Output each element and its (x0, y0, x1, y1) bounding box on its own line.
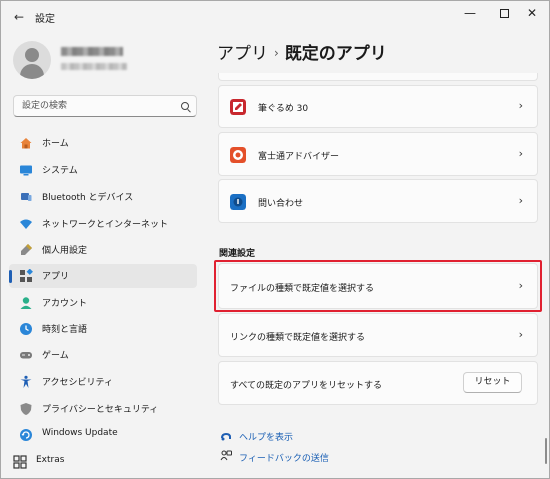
reset-button[interactable]: リセット (463, 372, 522, 393)
app-title: 設定 (35, 14, 55, 25)
nav-item-bluetooth[interactable]: Bluetooth とデバイス (9, 185, 197, 209)
account-icon (20, 297, 32, 309)
gaming-icon (20, 352, 32, 359)
list-item[interactable]: 富士通アドバイザー › (218, 132, 538, 176)
system-icon (20, 165, 32, 176)
nav-item-label: Bluetooth とデバイス (42, 193, 134, 203)
page-title: 既定のアプリ (284, 44, 387, 64)
chevron-right-icon: › (518, 194, 523, 207)
close-button[interactable]: ✕ (515, 1, 549, 25)
nav-item-personalization[interactable]: 個人用設定 (9, 238, 197, 262)
time-language-icon (20, 323, 32, 335)
link-type-defaults-item[interactable]: リンクの種類で既定値を選択する › (218, 313, 538, 357)
nav-item-gaming[interactable]: ゲーム (9, 343, 197, 367)
chevron-right-icon: › (518, 328, 523, 341)
nav-item-label: Extras (36, 455, 65, 465)
link-type-defaults-label: リンクの種類で既定値を選択する (230, 333, 366, 343)
search-placeholder: 設定の検索 (22, 101, 68, 111)
nav-item-label: 個人用設定 (42, 246, 88, 256)
nav-item-label: アクセシビリティ (42, 378, 114, 388)
nav-item-label: Windows Update (42, 428, 118, 438)
nav-item-windows-update[interactable]: Windows Update (9, 423, 197, 447)
apps-icon (20, 269, 33, 282)
breadcrumb: アプリ › 既定のアプリ (217, 39, 387, 64)
extras-icon (13, 455, 27, 469)
app-name: 富士通アドバイザー (258, 152, 340, 162)
avatar[interactable] (13, 41, 51, 79)
nav-item-label: 時刻と言語 (42, 325, 88, 335)
windows-update-icon (20, 429, 32, 441)
profile-name-redacted (61, 47, 123, 56)
help-link[interactable]: ヘルプを表示 (239, 430, 293, 443)
feedback-icon (220, 450, 232, 461)
highlight-box (214, 260, 542, 312)
nav-item-label: ゲーム (42, 351, 69, 361)
feedback-link[interactable]: フィードバックの送信 (239, 451, 329, 464)
nav-item-time-language[interactable]: 時刻と言語 (9, 317, 197, 341)
nav-item-label: ホーム (42, 139, 69, 149)
app-name: 筆ぐるめ 30 (258, 104, 309, 114)
nav-item-label: プライバシーとセキュリティ (42, 405, 159, 415)
list-item[interactable]: 問い合わせ › (218, 179, 538, 223)
nav-item-extras[interactable]: Extras (3, 450, 191, 474)
profile-email-redacted (61, 63, 127, 70)
search-input[interactable]: 設定の検索 (13, 95, 197, 117)
contact-icon (230, 194, 246, 210)
nav-item-home[interactable]: ホーム (9, 131, 197, 155)
breadcrumb-parent[interactable]: アプリ (217, 44, 268, 64)
chevron-right-icon: › (518, 99, 523, 112)
back-button[interactable]: ← (11, 9, 27, 25)
nav-item-label: アプリ (42, 272, 70, 282)
fujitsu-advisor-icon (230, 147, 246, 163)
personalization-icon (21, 244, 32, 255)
help-icon (221, 433, 231, 441)
nav-item-system[interactable]: システム (9, 158, 197, 182)
nav-item-label: システム (42, 166, 78, 176)
shield-icon (20, 403, 32, 415)
nav-item-label: アカウント (42, 299, 88, 309)
settings-window: ← 設定 — ✕ 設定の検索 ホーム システム Bluetooth とデバイス (0, 0, 550, 479)
nav-item-accessibility[interactable]: アクセシビリティ (9, 370, 197, 394)
app-name: 問い合わせ (258, 199, 304, 209)
list-item[interactable]: 筆ぐるめ 30 › (218, 85, 538, 128)
network-icon (20, 219, 32, 229)
accessibility-icon (20, 375, 32, 388)
bluetooth-icon (21, 193, 32, 201)
minimize-button[interactable]: — (453, 1, 487, 25)
breadcrumb-separator: › (274, 46, 279, 60)
search-icon[interactable] (181, 102, 189, 110)
nav-item-label: ネットワークとインターネット (42, 220, 169, 230)
reset-defaults-label: すべての既定のアプリをリセットする (230, 381, 383, 391)
nav-item-privacy[interactable]: プライバシーとセキュリティ (9, 397, 197, 421)
nav-item-network[interactable]: ネットワークとインターネット (9, 212, 197, 236)
scrollbar[interactable] (545, 438, 547, 464)
nav-item-apps[interactable]: アプリ (9, 264, 197, 288)
related-settings-heading: 関連設定 (219, 249, 256, 259)
title-bar: ← 設定 — ✕ (1, 1, 549, 33)
nav-item-accounts[interactable]: アカウント (9, 291, 197, 315)
chevron-right-icon: › (518, 147, 523, 160)
fudegurume-icon (230, 99, 246, 115)
home-icon (20, 138, 32, 149)
selection-indicator (9, 270, 12, 283)
app-list-item-clipped[interactable] (218, 73, 538, 81)
